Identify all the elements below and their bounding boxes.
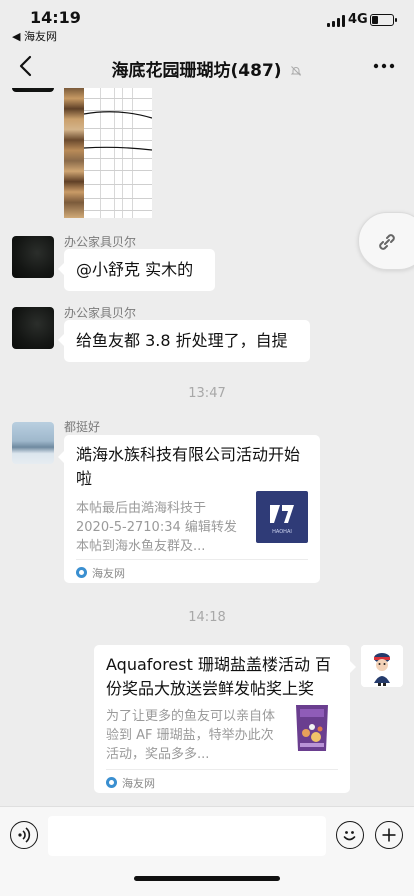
message-input[interactable]	[48, 816, 326, 856]
haohai-logo-icon: HAOHAI	[270, 505, 294, 535]
image-content-lines	[84, 111, 152, 151]
chat-area[interactable]: 办公家具贝尔 @小舒克 实木的 办公家具贝尔 给鱼友都 3.8 折处理了，自提 …	[0, 88, 414, 806]
source-icon	[106, 777, 117, 788]
more-button[interactable]	[372, 56, 396, 76]
link-card-title: Aquaforest 珊瑚盐盖楼活动 百份奖品大放送尝鲜发帖奖上奖	[106, 655, 332, 698]
emoji-icon	[343, 831, 356, 841]
input-bar	[0, 806, 414, 896]
battery-level	[372, 16, 378, 24]
link-source: 海友网	[106, 775, 155, 791]
link-source-label: 海友网	[122, 777, 155, 790]
chat-header: 海底花园珊瑚坊(487)	[0, 44, 414, 88]
sender-name: 办公家具贝尔	[64, 306, 137, 320]
link-card-thumbnail	[286, 699, 338, 755]
sender-name: 办公家具贝尔	[64, 235, 137, 249]
timestamp: 13:47	[188, 386, 226, 401]
salt-bag-image	[296, 705, 328, 751]
source-icon	[76, 567, 87, 578]
battery-icon	[370, 14, 397, 26]
avatar[interactable]	[12, 236, 54, 278]
mute-bell-icon	[291, 66, 302, 76]
divider	[106, 769, 338, 770]
divider	[76, 559, 308, 560]
back-button[interactable]	[16, 54, 38, 78]
avatar[interactable]	[361, 645, 403, 687]
link-source-label: 海友网	[92, 567, 125, 580]
sender-name: 都挺好	[64, 420, 101, 434]
voice-button[interactable]	[10, 821, 38, 849]
image-message[interactable]	[64, 88, 152, 218]
more-dots-icon	[373, 63, 395, 69]
chat-title: 海底花园珊瑚坊(487)	[60, 56, 354, 81]
signal-icon	[327, 15, 345, 27]
avatar[interactable]	[12, 422, 54, 464]
link-card[interactable]: 澔海水族科技有限公司活动开始啦 本帖最后由澔海科技于 2020-5-2710:3…	[58, 435, 320, 583]
avatar[interactable]	[12, 307, 54, 349]
status-time: 14:19	[30, 8, 81, 27]
text-message[interactable]: @小舒克 实木的	[58, 249, 215, 291]
plus-button[interactable]	[375, 821, 403, 849]
timestamp: 14:18	[188, 610, 226, 625]
link-card-description: 为了让更多的鱼友可以亲自体验到 AF 珊瑚盐，特举办此次活动，奖品多多...	[106, 709, 276, 762]
link-card-description: 本帖最后由澔海科技于 2020-5-2710:34 编辑转发本帖到海水鱼友群及.…	[76, 501, 237, 554]
voice-icon	[18, 827, 31, 843]
chat-title-text: 海底花园珊瑚坊(487)	[111, 61, 282, 81]
back-to-app-link[interactable]: ◀ 海友网	[12, 28, 57, 44]
home-indicator	[134, 876, 280, 881]
link-card[interactable]: Aquaforest 珊瑚盐盖楼活动 百份奖品大放送尝鲜发帖奖上奖 为了让更多的…	[94, 645, 356, 793]
link-card-thumbnail: HAOHAI	[256, 491, 308, 543]
back-chevron-icon	[19, 55, 32, 77]
text-message[interactable]: 给鱼友都 3.8 折处理了，自提	[58, 320, 310, 362]
my-avatar-image	[361, 645, 403, 687]
floating-link-button[interactable]	[358, 212, 414, 270]
link-source: 海友网	[76, 565, 125, 581]
emoji-button[interactable]	[336, 821, 364, 849]
plus-icon	[382, 828, 396, 842]
image-thumbnail-strip	[64, 88, 84, 218]
network-type: 4G	[348, 12, 368, 27]
status-bar: 14:19 ◀ 海友网 4G	[0, 0, 414, 44]
avatar[interactable]	[12, 88, 54, 92]
link-card-title: 澔海水族科技有限公司活动开始啦	[76, 445, 301, 488]
logo-wordmark: HAOHAI	[272, 529, 292, 535]
link-icon	[379, 234, 395, 250]
